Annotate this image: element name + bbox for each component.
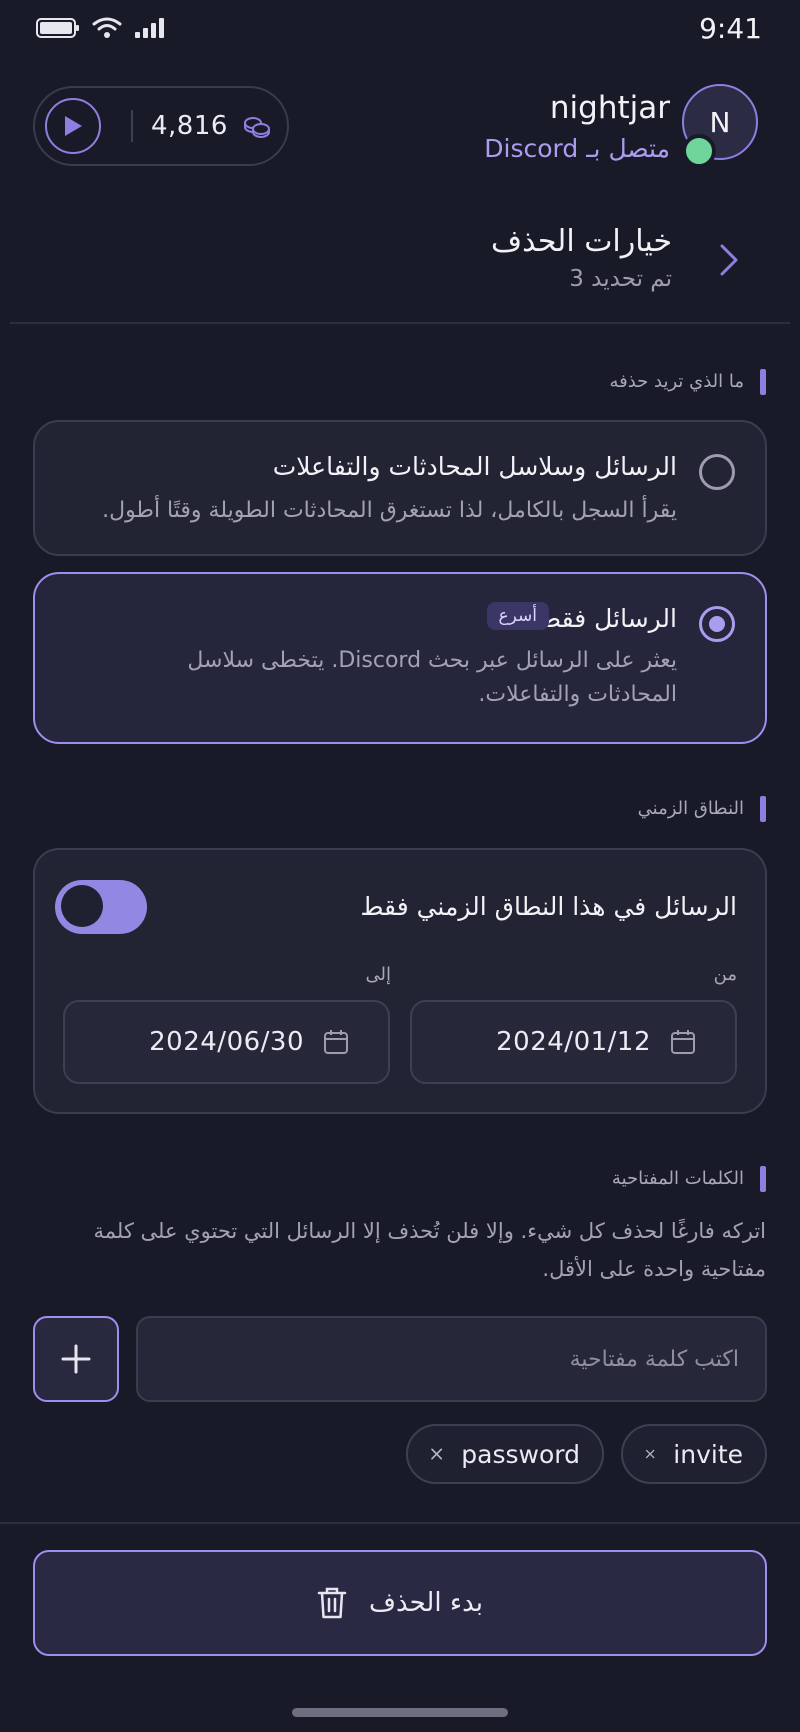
status-time: 9:41: [699, 12, 762, 45]
play-button[interactable]: [45, 98, 101, 154]
option-description: يقرأ السجل بالكامل، لذا تستغرق المحادثات…: [102, 498, 677, 523]
add-keyword-button[interactable]: [33, 1316, 119, 1402]
option-title: الرسائل وسلاسل المحادثات والتفاعلات: [272, 452, 677, 481]
signal-icon: [135, 18, 164, 38]
plus-icon: [61, 1344, 91, 1374]
to-date-value: 2024/06/30: [149, 1027, 304, 1057]
credit-balance: 4,816: [151, 111, 228, 141]
toggle-knob: [61, 885, 103, 927]
online-status-dot: [682, 134, 716, 168]
keywords-help-text: اتركه فارغًا لحذف كل شيء. وإلا فلن تُحذف…: [93, 1219, 766, 1281]
keyword-chip-invite[interactable]: invite: [621, 1424, 767, 1484]
from-date-value: 2024/01/12: [496, 1027, 651, 1057]
keyword-chip-label: password: [461, 1439, 580, 1469]
from-label: من: [713, 964, 737, 985]
delete-options-title[interactable]: خيارات الحذف: [491, 224, 672, 259]
time-range-card: الرسائل في هذا النطاق الزمني فقط من إلى …: [33, 848, 767, 1114]
calendar-icon: [324, 1030, 348, 1054]
keyword-input[interactable]: [136, 1316, 767, 1402]
connection-status: متصل بـ Discord: [484, 134, 670, 163]
play-icon: [65, 116, 82, 136]
calendar-icon: [671, 1030, 695, 1054]
pill-divider: [131, 110, 133, 142]
option-description: يعثر على الرسائل عبر بحث Discord. يتخطى …: [187, 648, 677, 707]
time-range-toggle-label: الرسائل في هذا النطاق الزمني فقط: [360, 892, 737, 921]
delete-options-subtitle: تم تحديد 3: [569, 266, 672, 292]
to-date-field[interactable]: 2024/06/30: [63, 1000, 390, 1084]
to-label: إلى: [365, 964, 392, 985]
battery-icon: [36, 18, 79, 38]
divider: [0, 1522, 800, 1524]
start-delete-button[interactable]: بدء الحذف: [33, 1550, 767, 1656]
radio-messages-only[interactable]: [699, 606, 735, 642]
start-delete-label: بدء الحذف: [369, 1588, 483, 1618]
status-icons: [36, 16, 166, 40]
chevron-right-icon[interactable]: [714, 240, 744, 280]
radio-full-history[interactable]: [699, 454, 735, 490]
time-range-toggle[interactable]: [55, 880, 147, 934]
coins-icon: [242, 114, 272, 138]
option-card-full-history[interactable]: الرسائل وسلاسل المحادثات والتفاعلات يقرأ…: [33, 420, 767, 556]
option-title: الرسائل فقط: [537, 604, 677, 633]
section-label-what-to-delete: ما الذي تريد حذفه: [609, 369, 766, 395]
section-label-time-range: النطاق الزمني: [638, 796, 767, 822]
faster-badge: أسرع: [486, 602, 549, 630]
option-card-messages-only[interactable]: الرسائل فقط أسرع يعثر على الرسائل عبر بح…: [33, 572, 767, 744]
divider: [10, 322, 790, 324]
credits-pill[interactable]: 4,816: [33, 86, 289, 166]
trash-icon: [317, 1587, 347, 1619]
keyword-chip-password[interactable]: password: [406, 1424, 604, 1484]
from-date-field[interactable]: 2024/01/12: [410, 1000, 737, 1084]
section-label-keywords: الكلمات المفتاحية: [612, 1166, 767, 1192]
close-icon[interactable]: [430, 1444, 443, 1464]
username: nightjar: [549, 90, 670, 126]
keyword-chip-label: invite: [673, 1439, 743, 1469]
home-indicator[interactable]: [292, 1708, 508, 1717]
close-icon[interactable]: [645, 1444, 655, 1464]
wifi-icon: [92, 17, 122, 38]
